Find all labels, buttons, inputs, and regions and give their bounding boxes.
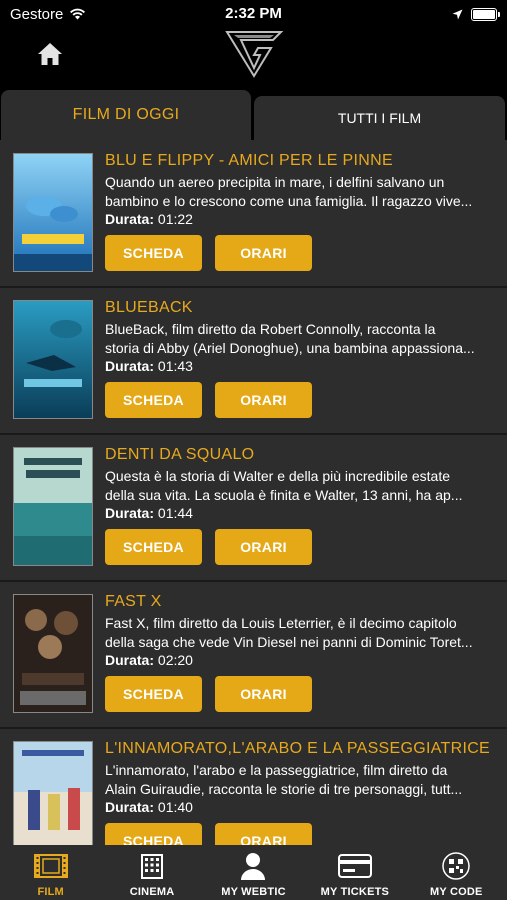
film-duration: Durata: 01:22 xyxy=(105,211,193,227)
film-description: Questa è la storia di Walter e della più… xyxy=(105,468,463,503)
battery-icon xyxy=(471,7,500,21)
film-description: BlueBack, film diretto da Robert Connoll… xyxy=(105,321,475,356)
film-title[interactable]: DENTI DA SQUALO xyxy=(105,446,254,464)
scheda-button[interactable]: SCHEDA xyxy=(105,823,202,845)
tab-label: FILM xyxy=(37,886,64,898)
film-poster[interactable] xyxy=(13,300,93,419)
tab-cinema[interactable]: CINEMA xyxy=(101,845,202,900)
film-duration: Durata: 02:20 xyxy=(105,652,193,668)
scheda-button[interactable]: SCHEDA xyxy=(105,676,202,712)
card-icon xyxy=(337,854,372,878)
scheda-button[interactable]: SCHEDA xyxy=(105,235,202,271)
tab-tutti-i-film[interactable]: TUTTI I FILM xyxy=(254,96,505,140)
tab-label: MY WEBTIC xyxy=(221,886,286,898)
film-row[interactable]: FAST X Fast X, film diretto da Louis Let… xyxy=(0,581,507,729)
orari-button[interactable]: ORARI xyxy=(215,235,312,271)
film-icon xyxy=(33,854,68,878)
film-title[interactable]: BLUEBACK xyxy=(105,299,193,317)
location-icon xyxy=(452,9,463,19)
film-poster[interactable] xyxy=(13,594,93,713)
user-icon xyxy=(241,853,266,880)
film-row[interactable]: L'INNAMORATO,L'ARABO E LA PASSEGGIATRICE… xyxy=(0,728,507,845)
tab-film-di-oggi[interactable]: FILM DI OGGI xyxy=(1,90,251,140)
film-row[interactable]: BLU E FLIPPY - AMICI PER LE PINNE Quando… xyxy=(0,140,507,288)
film-row[interactable]: BLUEBACK BlueBack, film diretto da Rober… xyxy=(0,287,507,435)
film-poster[interactable] xyxy=(13,153,93,272)
qrcode-icon xyxy=(442,852,470,880)
orari-button[interactable]: ORARI xyxy=(215,529,312,565)
orari-button[interactable]: ORARI xyxy=(215,382,312,418)
app-logo xyxy=(225,31,284,78)
film-description: Fast X, film diretto da Louis Leterrier,… xyxy=(105,615,473,650)
scheda-button[interactable]: SCHEDA xyxy=(105,382,202,418)
building-icon xyxy=(141,854,164,879)
carrier-label: Gestore xyxy=(10,5,64,23)
top-bar xyxy=(0,28,507,90)
film-title[interactable]: FAST X xyxy=(105,593,162,611)
tab-label: MY CODE xyxy=(429,886,483,898)
film-title[interactable]: L'INNAMORATO,L'ARABO E LA PASSEGGIATRICE xyxy=(105,740,490,758)
film-description: Quando un aereo precipita in mare, i del… xyxy=(105,174,473,209)
scheda-button[interactable]: SCHEDA xyxy=(105,529,202,565)
film-poster[interactable] xyxy=(13,447,93,566)
orari-button[interactable]: ORARI xyxy=(215,823,312,845)
tab-film[interactable]: FILM xyxy=(0,845,101,900)
film-duration: Durata: 01:40 xyxy=(105,799,193,815)
tab-label: MY TICKETS xyxy=(320,886,390,898)
film-row[interactable]: DENTI DA SQUALO Questa è la storia di Wa… xyxy=(0,434,507,582)
tab-my-code[interactable]: MY CODE xyxy=(406,845,507,900)
orari-button[interactable]: ORARI xyxy=(215,676,312,712)
home-icon[interactable] xyxy=(36,40,64,68)
tab-my-webtic[interactable]: MY WEBTIC xyxy=(203,845,304,900)
film-title[interactable]: BLU E FLIPPY - AMICI PER LE PINNE xyxy=(105,152,393,170)
film-poster[interactable] xyxy=(13,741,93,845)
bottom-tab-bar: FILM CINEMA MY WEBTIC MY TICKETS MY CODE xyxy=(0,845,507,900)
status-bar: Gestore 2:32 PM xyxy=(0,0,507,28)
film-description: L'innamorato, l'arabo e la passeggiatric… xyxy=(105,762,463,797)
film-list[interactable]: BLU E FLIPPY - AMICI PER LE PINNE Quando… xyxy=(0,140,507,845)
film-duration: Durata: 01:44 xyxy=(105,505,193,521)
tab-my-tickets[interactable]: MY TICKETS xyxy=(304,845,405,900)
wifi-icon xyxy=(70,8,86,20)
tab-label: CINEMA xyxy=(129,886,175,898)
segment-tabs: FILM DI OGGI TUTTI I FILM xyxy=(0,90,507,140)
film-duration: Durata: 01:43 xyxy=(105,358,193,374)
